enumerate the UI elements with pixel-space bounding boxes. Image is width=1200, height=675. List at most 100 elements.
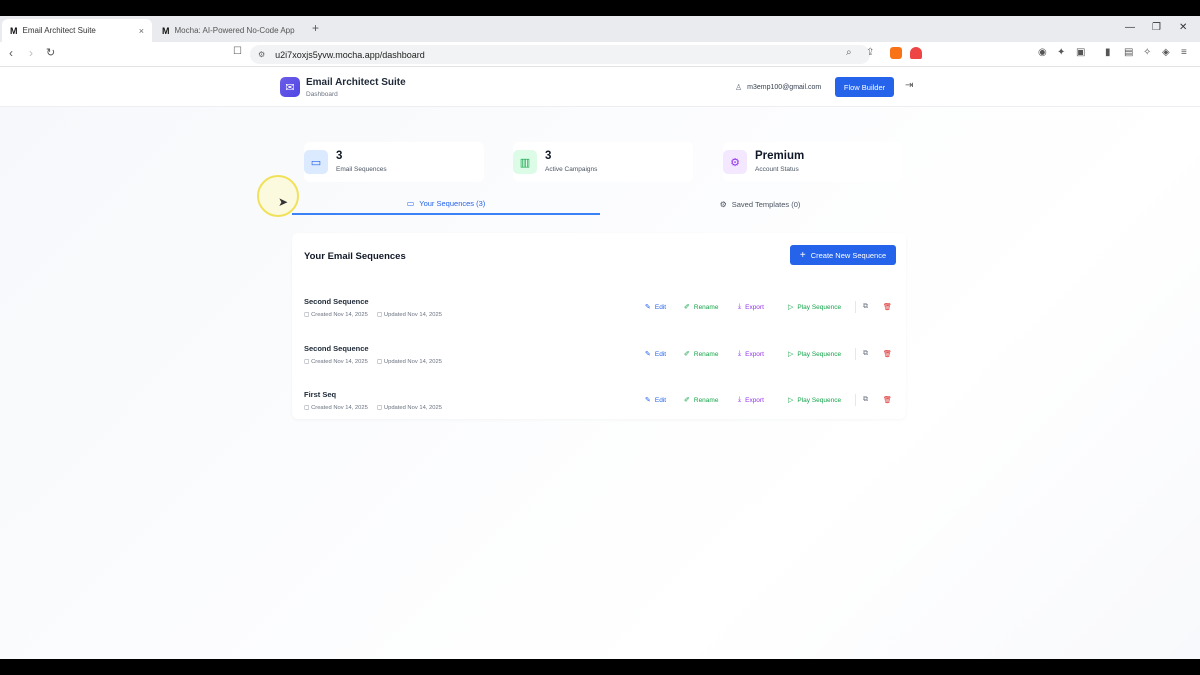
browser-tab-email-architect[interactable]: M Email Architect Suite × [2, 19, 152, 42]
duplicate-button[interactable]: ⧉ [863, 396, 872, 404]
sequence-meta: ▢ Created Nov 14, 2025 ▢ Updated Nov 14,… [304, 312, 451, 318]
app-title: Email Architect Suite [306, 77, 406, 88]
rename-label: Rename [693, 396, 719, 404]
export-button[interactable]: ⤓ Export [738, 303, 764, 311]
export-label: Export [745, 396, 764, 404]
user-email: m3emp100@gmail.com [747, 84, 822, 91]
tab-label: Saved Templates (0) [731, 199, 801, 209]
vpn-icon[interactable]: ◈ [1162, 47, 1170, 58]
edit-icon: ✎ [645, 351, 651, 358]
edit-button[interactable]: ✎ Edit [645, 396, 666, 405]
navigation-bar: ‹ › ↻ ☐ ⚙ u2i7xoxjs5yvw.mocha.app/dashbo… [0, 42, 1200, 67]
create-new-sequence-button[interactable]: + Create New Sequence [790, 245, 896, 265]
updated-date: Updated Nov 14, 2025 [383, 312, 442, 318]
rename-label: Rename [693, 303, 719, 311]
site-info-icon[interactable]: ⚙ [258, 50, 265, 59]
leo-ai-icon[interactable]: ✧ [1143, 47, 1151, 58]
tab-title: Email Architect Suite [22, 26, 96, 35]
tab-manager-icon[interactable]: ▣ [1076, 47, 1085, 58]
gear-icon: ⚙ [719, 199, 727, 209]
new-tab-button[interactable]: + [312, 21, 319, 35]
forward-icon[interactable]: › [29, 46, 33, 60]
export-button[interactable]: ⤓ Export [738, 396, 764, 404]
stat-label: Active Campaigns [545, 166, 598, 173]
address-bar[interactable]: ⚙ u2i7xoxjs5yvw.mocha.app/dashboard ⌕ ⇪ [250, 45, 874, 64]
export-label: Export [745, 303, 764, 311]
trash-icon: 🗑 [883, 304, 892, 311]
user-info: ♙ m3emp100@gmail.com [735, 83, 821, 92]
logout-icon[interactable]: ⇥ [905, 80, 913, 91]
play-sequence-button[interactable]: ▷ Play Sequence [788, 396, 841, 405]
updated-date: Updated Nov 14, 2025 [383, 359, 442, 365]
edit-icon: ✎ [645, 397, 651, 404]
copy-icon: ⧉ [863, 350, 868, 357]
tab-your-sequences[interactable]: ▭ Your Sequences (3) [292, 193, 600, 215]
wallet-icon[interactable]: ▤ [1124, 47, 1133, 58]
close-window-icon[interactable]: ✕ [1179, 22, 1187, 33]
sequence-meta: ▢ Created Nov 14, 2025 ▢ Updated Nov 14,… [304, 405, 451, 411]
calendar-icon: ▢ [376, 405, 384, 411]
create-label: Create New Sequence [810, 250, 887, 260]
reload-icon[interactable]: ↻ [46, 46, 55, 59]
back-icon[interactable]: ‹ [9, 46, 13, 60]
duplicate-button[interactable]: ⧉ [863, 303, 872, 311]
panel-title: Your Email Sequences [304, 251, 406, 262]
sequence-name: Second Sequence [304, 344, 369, 353]
menu-icon[interactable]: ≡ [1181, 47, 1187, 58]
bookmark-icon[interactable]: ☐ [233, 46, 242, 57]
tab-saved-templates[interactable]: ⚙ Saved Templates (0) [606, 193, 914, 215]
url-text: u2i7xoxjs5yvw.mocha.app/dashboard [275, 49, 425, 60]
created-date: Created Nov 14, 2025 [311, 312, 368, 318]
edit-button[interactable]: ✎ Edit [645, 350, 666, 359]
tab-close-icon[interactable]: × [139, 26, 144, 36]
rename-button[interactable]: ✐ Rename [684, 350, 719, 359]
stat-card-active-campaigns: ▥ 3 Active Campaigns [513, 142, 693, 182]
export-label: Export [745, 350, 764, 358]
download-icon: ⤓ [738, 350, 742, 357]
duplicate-button[interactable]: ⧉ [863, 350, 872, 358]
brave-rewards-icon[interactable] [910, 47, 922, 59]
rename-button[interactable]: ✐ Rename [684, 396, 719, 405]
stat-label: Account Status [755, 166, 799, 173]
browser-tab-mocha[interactable]: M Mocha: AI-Powered No-Code App B [154, 19, 304, 42]
rename-button[interactable]: ✐ Rename [684, 303, 719, 312]
minimize-icon[interactable]: — [1125, 22, 1135, 33]
restore-icon[interactable]: ❐ [1152, 22, 1161, 33]
stat-card-account-status: ⚙ Premium Account Status [723, 142, 903, 182]
edit-button[interactable]: ✎ Edit [645, 303, 666, 312]
created-date: Created Nov 14, 2025 [311, 359, 368, 365]
play-label: Play Sequence [797, 303, 842, 311]
pencil-icon: ✐ [684, 397, 690, 404]
play-sequence-button[interactable]: ▷ Play Sequence [788, 350, 842, 359]
mocha-favicon-icon: M [10, 25, 17, 36]
rename-label: Rename [693, 350, 719, 358]
camera-icon[interactable]: ◉ [1038, 47, 1047, 58]
flow-builder-button[interactable]: Flow Builder [835, 77, 894, 97]
play-label: Play Sequence [797, 350, 842, 358]
app-subtitle: Dashboard [306, 91, 338, 98]
sequence-name: First Seq [304, 390, 337, 399]
export-button[interactable]: ⤓ Export [738, 350, 764, 358]
play-sequence-button[interactable]: ▷ Play Sequence [788, 303, 842, 312]
delete-button[interactable]: 🗑 [883, 350, 896, 358]
play-icon: ▷ [788, 304, 794, 311]
sidebar-icon[interactable]: ▮ [1105, 47, 1111, 58]
delete-button[interactable]: 🗑 [883, 396, 896, 404]
created-date: Created Nov 14, 2025 [311, 405, 368, 411]
divider [855, 394, 856, 406]
extensions-icon[interactable]: ✦ [1057, 47, 1065, 58]
divider [855, 348, 856, 360]
tab-label: Your Sequences (3) [419, 198, 486, 208]
brave-shield-icon[interactable] [890, 47, 902, 59]
stat-value: 3 [336, 150, 343, 162]
pencil-icon: ✐ [684, 304, 690, 311]
share-icon[interactable]: ⇪ [866, 47, 874, 58]
calendar-icon: ▢ [376, 359, 384, 365]
delete-button[interactable]: 🗑 [883, 303, 896, 311]
dashboard-page: ✉ Email Architect Suite Dashboard ♙ m3em… [0, 67, 1200, 659]
edit-icon: ✎ [645, 304, 651, 311]
browser-window: M Email Architect Suite × M Mocha: AI-Po… [0, 16, 1200, 659]
folder-icon: ▭ [304, 150, 328, 174]
download-icon: ⤓ [738, 303, 742, 310]
zoom-icon[interactable]: ⌕ [846, 47, 852, 58]
